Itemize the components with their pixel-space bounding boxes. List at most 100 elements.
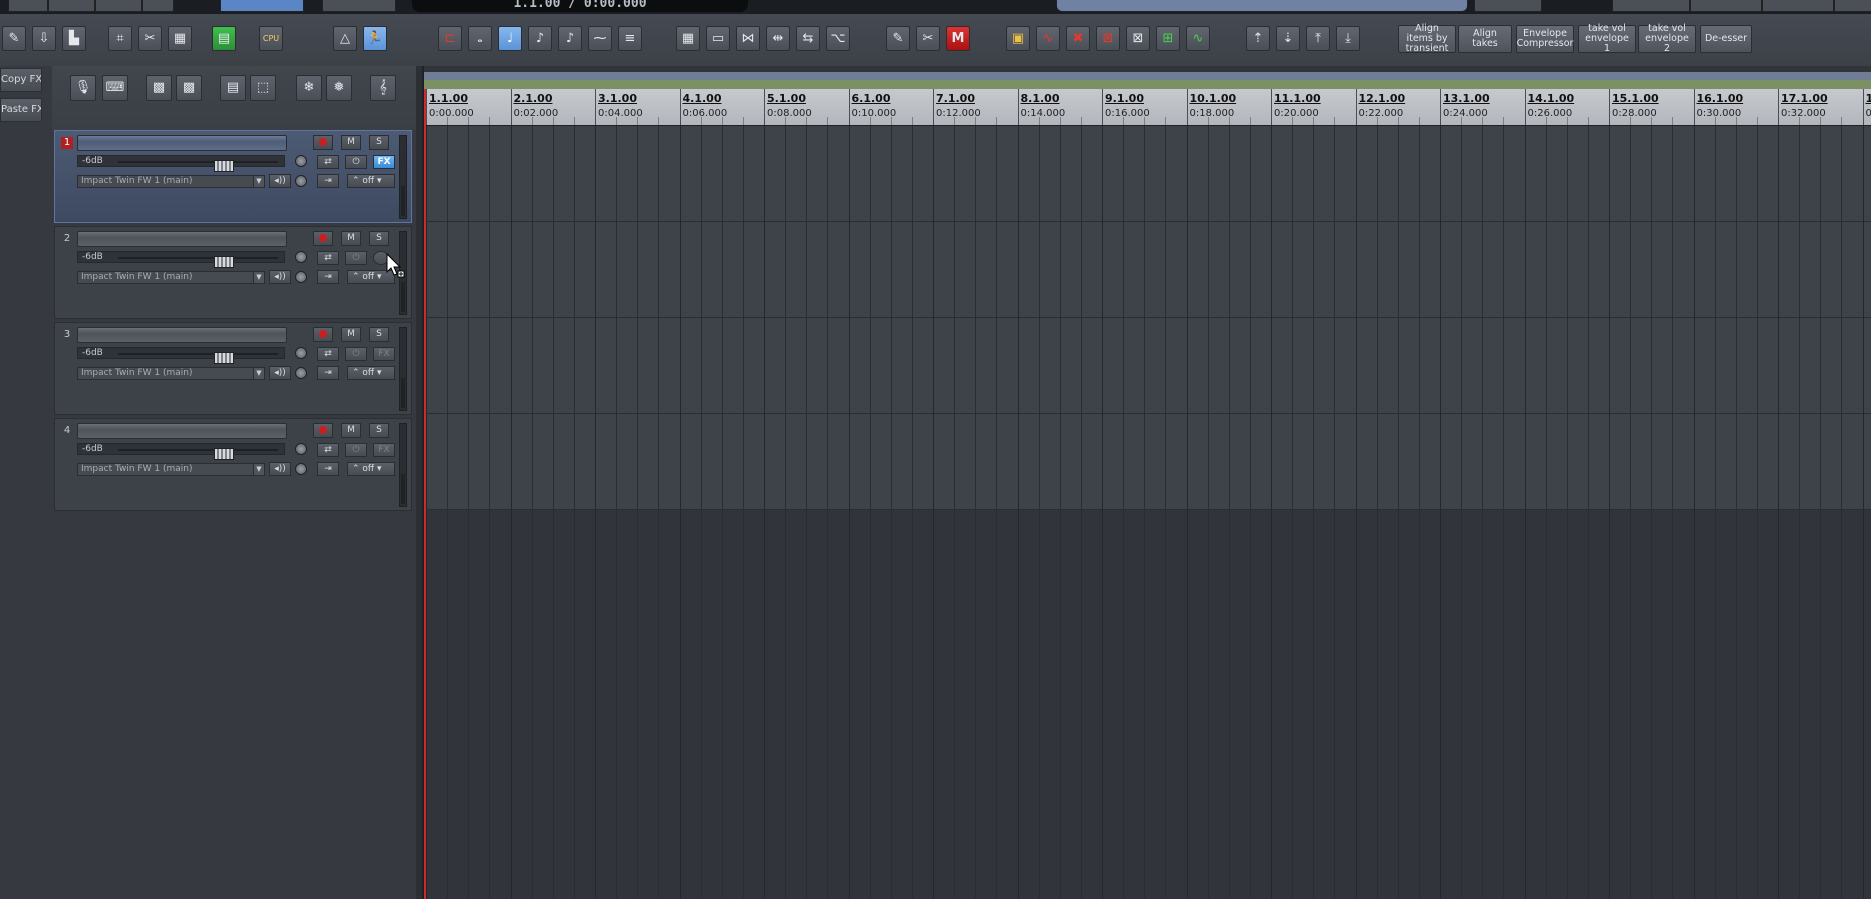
split-icon[interactable]: ▭ xyxy=(706,26,730,51)
fader-knob[interactable] xyxy=(214,352,234,364)
transport-button[interactable] xyxy=(322,0,396,12)
metronome-icon[interactable]: M xyxy=(946,26,970,51)
panel-divider[interactable] xyxy=(416,66,424,899)
volume-fader[interactable]: -6dB xyxy=(77,443,285,460)
routing-button[interactable]: ⇥ xyxy=(317,174,339,188)
paste-fx-button[interactable]: Paste FX xyxy=(0,98,42,122)
remove-item-icon[interactable]: ⊠ xyxy=(1096,26,1120,51)
ruler-marker[interactable]: 12.1.00 0:22.000 xyxy=(1355,89,1405,125)
track-row[interactable]: 2 M S -6dB ⇄ ⏻ Impact Twin FW 1 (main) ▼… xyxy=(54,226,412,319)
swap-icon[interactable]: ⇆ xyxy=(796,26,820,51)
ruler-marker[interactable]: 4.1.00 0:06.000 xyxy=(679,89,727,125)
input-select[interactable]: Impact Twin FW 1 (main) xyxy=(77,175,255,188)
move-up-icon[interactable]: ⇡ xyxy=(1246,26,1270,51)
mute-button[interactable]: M xyxy=(341,327,361,342)
treble-clef-icon[interactable]: 𝄞 xyxy=(370,75,396,101)
phase-button[interactable]: ⇄ xyxy=(317,443,339,457)
ruler-marker[interactable]: 7.1.00 0:12.000 xyxy=(933,89,981,125)
action-align-transient[interactable]: Align items by transient xyxy=(1398,24,1456,54)
track-name-field[interactable] xyxy=(77,135,287,151)
power-icon[interactable]: ⏻ xyxy=(345,155,367,169)
automation-mode[interactable]: ⌃ off ▾ xyxy=(347,366,395,380)
pan-knob[interactable] xyxy=(295,251,307,263)
chevron-down-icon[interactable]: ▼ xyxy=(253,271,265,284)
ruler-marker[interactable]: 3.1.00 0:04.000 xyxy=(595,89,643,125)
top-button[interactable] xyxy=(95,0,142,12)
pan-knob[interactable] xyxy=(295,155,307,167)
routing-button[interactable]: ⇥ xyxy=(317,462,339,476)
action-take-vol-envelope-1[interactable]: take vol envelope 1 xyxy=(1578,24,1636,54)
loop-bar[interactable] xyxy=(424,72,1871,80)
ruler-marker[interactable]: 5.1.00 0:08.000 xyxy=(764,89,812,125)
phase-button[interactable]: ⇄ xyxy=(317,347,339,361)
add-item-icon[interactable]: ⊞ xyxy=(1156,26,1180,51)
record-mode-knob[interactable] xyxy=(295,367,307,379)
record-arm-button[interactable] xyxy=(313,135,333,150)
monitor-icon[interactable]: ◂)) xyxy=(269,462,291,476)
volume-fader[interactable]: -6dB xyxy=(77,251,285,268)
record-mode-knob[interactable] xyxy=(295,271,307,283)
ruler-marker[interactable]: 13.1.00 0:24.000 xyxy=(1440,89,1490,125)
top-button[interactable] xyxy=(8,0,48,12)
top-button[interactable] xyxy=(1690,0,1762,12)
top-button[interactable] xyxy=(142,0,174,12)
waveform-icon[interactable]: ∿ xyxy=(1036,26,1060,51)
freeze-icon[interactable]: ❄ xyxy=(296,75,322,101)
copy-fx-button[interactable]: Copy FX xyxy=(0,68,42,92)
volume-fader[interactable]: -6dB xyxy=(77,155,285,172)
mute-button[interactable]: M xyxy=(341,135,361,150)
grid-settings-icon[interactable]: ≡ xyxy=(618,26,642,51)
folder-icon[interactable]: ▤ xyxy=(220,75,246,101)
whole-note-icon[interactable]: 𝅝 xyxy=(468,26,492,51)
top-button[interactable] xyxy=(1762,0,1834,12)
stamp-icon[interactable]: ▙ xyxy=(62,26,86,51)
color-icon[interactable]: ▩ xyxy=(146,75,172,101)
track-lanes[interactable] xyxy=(424,126,1871,899)
add-item-icon[interactable]: ∿ xyxy=(1186,26,1210,51)
action-de-esser[interactable]: De-esser xyxy=(1700,25,1752,53)
fx-button[interactable]: FX xyxy=(373,155,395,169)
track-name-field[interactable] xyxy=(77,231,287,247)
record-arm-button[interactable] xyxy=(313,423,333,438)
top-button[interactable] xyxy=(1834,0,1871,12)
ruler-marker[interactable]: 180:3 xyxy=(1862,89,1871,125)
top-button[interactable] xyxy=(1612,0,1690,12)
download-icon[interactable]: ⇩ xyxy=(32,26,56,51)
chevron-down-icon[interactable]: ▼ xyxy=(253,463,265,476)
top-button[interactable] xyxy=(1474,0,1542,12)
monitor-icon[interactable]: ◂)) xyxy=(269,270,291,284)
mute-button[interactable]: M xyxy=(341,423,361,438)
keyboard-icon[interactable]: ⌨ xyxy=(102,75,128,101)
track-name-field[interactable] xyxy=(77,423,287,439)
automation-mode[interactable]: ⌃ off ▾ xyxy=(347,174,395,188)
transport-button[interactable] xyxy=(220,0,304,12)
wrench-icon[interactable]: ✎ xyxy=(2,26,26,51)
automation-mode[interactable]: ⌃ off ▾ xyxy=(347,462,395,476)
ruler-marker[interactable]: 15.1.00 0:28.000 xyxy=(1609,89,1659,125)
delete-icon[interactable]: ✖ xyxy=(1066,26,1090,51)
ruler-marker[interactable]: 6.1.00 0:10.000 xyxy=(848,89,896,125)
routing-button[interactable]: ⇥ xyxy=(317,270,339,284)
track-lane[interactable] xyxy=(424,222,1871,318)
crop-icon[interactable]: ✂ xyxy=(138,26,162,51)
routing-icon[interactable]: ▤ xyxy=(212,26,236,51)
fx-button[interactable]: FX xyxy=(373,347,395,361)
track-lane[interactable] xyxy=(424,126,1871,222)
record-mode-knob[interactable] xyxy=(295,463,307,475)
crossfade-icon[interactable]: ⋈ xyxy=(736,26,760,51)
ruler-marker[interactable]: 17.1.00 0:32.000 xyxy=(1778,89,1828,125)
monitor-icon[interactable]: ◂)) xyxy=(269,366,291,380)
run-icon[interactable]: 🏃 xyxy=(363,26,387,51)
action-envelope-compressor[interactable]: Envelope Compressor xyxy=(1516,25,1574,53)
mute-button[interactable]: M xyxy=(341,231,361,246)
phase-button[interactable]: ⇄ xyxy=(317,251,339,265)
move-down-icon[interactable]: ⇣ xyxy=(1276,26,1300,51)
phase-button[interactable]: ⇄ xyxy=(317,155,339,169)
sixteenth-note-icon[interactable]: ♪ xyxy=(558,26,582,51)
remove-item-icon[interactable]: ⊠ xyxy=(1126,26,1150,51)
grid-icon[interactable]: ▦ xyxy=(676,26,700,51)
record-arm-button[interactable] xyxy=(313,231,333,246)
region-bar[interactable] xyxy=(424,80,1871,89)
record-mode-knob[interactable] xyxy=(295,175,307,187)
select-icon[interactable]: ⬚ xyxy=(250,75,276,101)
